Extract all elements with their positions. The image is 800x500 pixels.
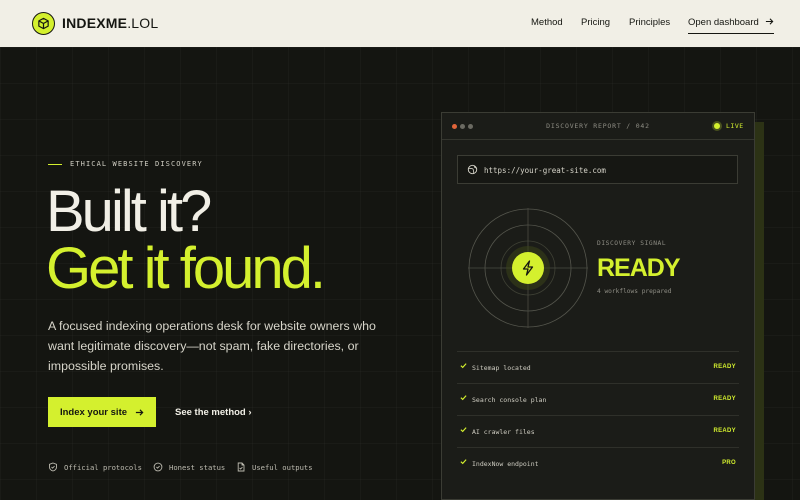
check-icon <box>460 363 467 369</box>
status-badge: READY <box>713 428 736 434</box>
eyebrow-text: ETHICAL WEBSITE DISCOVERY <box>70 160 203 168</box>
nav-method[interactable]: Method <box>531 17 563 28</box>
check-icon <box>460 427 467 433</box>
hero-description: A focused indexing operations desk for w… <box>48 319 376 373</box>
file-icon <box>237 462 245 472</box>
index-your-site-button[interactable]: Index your site <box>48 397 156 427</box>
clock-icon <box>153 462 163 472</box>
index-your-site-label: Index your site <box>59 406 128 418</box>
check-label: AI crawler files <box>472 428 535 436</box>
brand-tld: .LOL <box>127 15 159 31</box>
list-item: IndexNow endpoint PRO <box>457 447 739 479</box>
check-label: Search console plan <box>472 396 547 404</box>
headline-line-2: Get it found. <box>46 236 326 301</box>
status-badge: READY <box>713 396 736 402</box>
trust-item-outputs: Useful outputs <box>236 462 313 472</box>
globe-icon <box>467 164 478 175</box>
report-title: DISCOVERY REPORT / 042 <box>546 122 650 130</box>
url-field[interactable]: https://your-great-site.com <box>457 155 738 184</box>
discovery-report-card: DISCOVERY REPORT / 042 LIVE https://your… <box>441 112 755 500</box>
headline-line-1: Built it? <box>46 179 212 244</box>
open-dashboard-label: Open dashboard <box>688 17 759 28</box>
status-badge: READY <box>713 364 736 370</box>
live-label: LIVE <box>726 122 744 130</box>
trust-label: Honest status <box>169 462 226 472</box>
url-value: https://your-great-site.com <box>484 166 606 175</box>
list-item: AI crawler files READY <box>457 415 739 447</box>
nav-principles[interactable]: Principles <box>629 17 670 28</box>
signal-label: DISCOVERY SIGNAL <box>597 240 667 247</box>
eyebrow-line <box>48 163 62 165</box>
discovery-radar <box>468 208 588 328</box>
arrow-right-icon <box>765 18 774 25</box>
check-list: Sitemap located READY Search console pla… <box>457 351 739 479</box>
signal-value: READY <box>597 254 681 282</box>
list-item: Sitemap located READY <box>457 351 739 383</box>
live-indicator <box>714 123 720 129</box>
trust-label: Useful outputs <box>252 462 313 472</box>
signal-subtext: 4 workflows prepared <box>597 288 672 295</box>
trust-item-status: Honest status <box>153 462 225 472</box>
check-label: Sitemap located <box>472 364 531 372</box>
check-label: IndexNow endpoint <box>472 460 539 468</box>
check-icon <box>460 459 467 465</box>
trust-item-protocols: Official protocols <box>48 462 142 472</box>
eyebrow: ETHICAL WEBSITE DISCOVERY <box>48 160 203 168</box>
cube-logo-icon[interactable] <box>32 12 55 35</box>
see-the-method-link[interactable]: See the method › <box>175 407 252 418</box>
arrow-right-icon <box>135 408 144 416</box>
nav-pricing[interactable]: Pricing <box>581 17 610 28</box>
brand-label: INDEXME <box>62 15 128 31</box>
check-icon <box>460 395 467 401</box>
site-header: INDEXME.LOL Method Pricing Principles Op… <box>0 0 800 47</box>
trust-label: Official protocols <box>64 462 142 472</box>
list-item: Search console plan READY <box>457 383 739 415</box>
shield-icon <box>49 462 57 472</box>
brand-name[interactable]: INDEXME.LOL <box>62 15 158 31</box>
open-dashboard-link[interactable]: Open dashboard <box>688 17 774 34</box>
card-titlebar: DISCOVERY REPORT / 042 LIVE <box>442 113 754 140</box>
status-badge: PRO <box>722 460 736 466</box>
